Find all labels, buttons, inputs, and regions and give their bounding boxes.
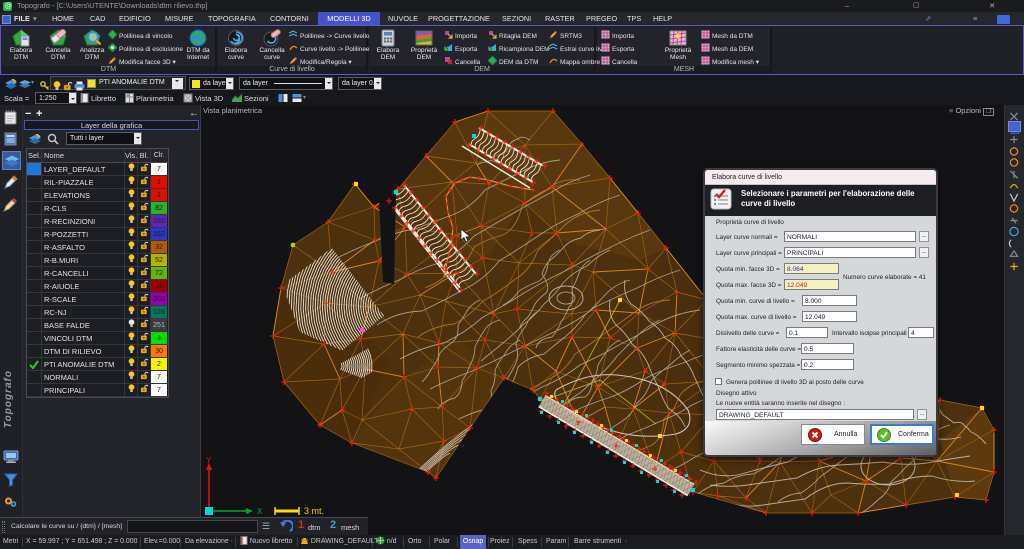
svg-text:Y: Y	[206, 456, 212, 465]
svg-text:X: X	[257, 507, 263, 515]
svg-text:3 mt.: 3 mt.	[304, 506, 324, 516]
